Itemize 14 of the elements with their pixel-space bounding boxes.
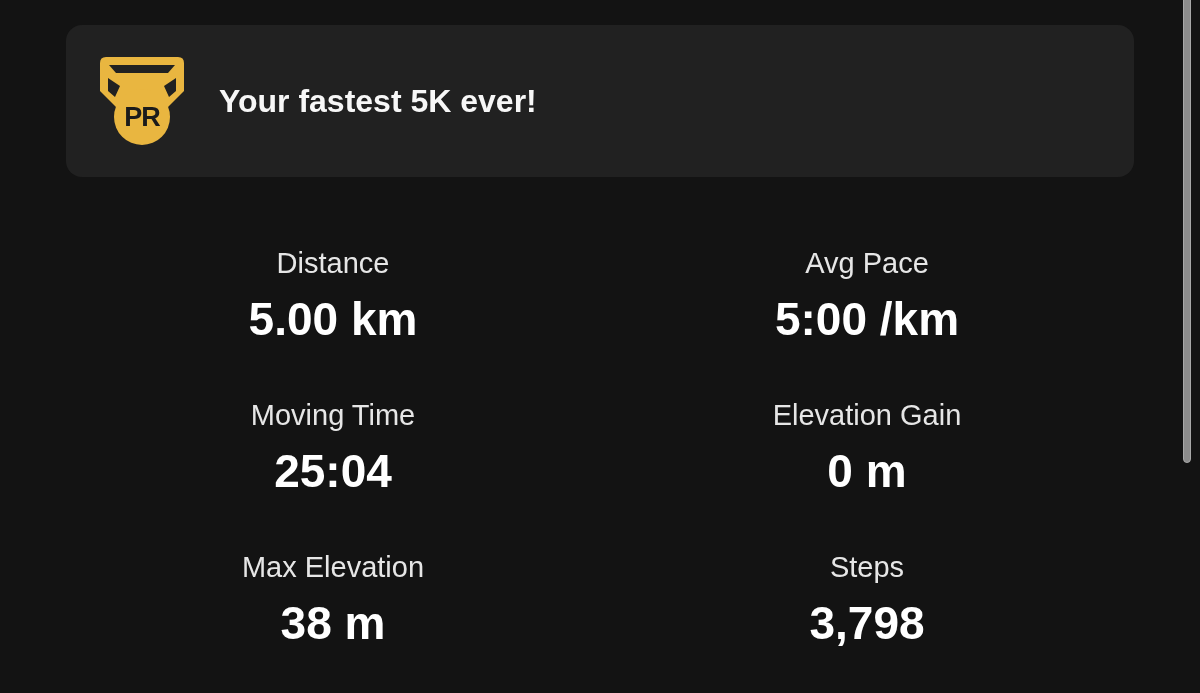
stat-label: Moving Time: [250, 398, 416, 432]
stat-label: Distance: [276, 246, 390, 280]
stat-label: Avg Pace: [805, 246, 929, 280]
scrollbar-thumb[interactable]: [1183, 0, 1191, 463]
stat-value: 38 m: [280, 596, 386, 650]
stat-label: Elevation Gain: [772, 398, 962, 432]
stat-value: 25:04: [274, 444, 392, 498]
achievement-message: Your fastest 5K ever!: [219, 82, 537, 121]
stat-value: 5.00 km: [248, 292, 418, 346]
stat-value: 5:00 /km: [774, 292, 960, 346]
stat-label: Steps: [829, 550, 905, 584]
stat-label: Max Elevation: [241, 550, 425, 584]
stat-value: 0 m: [827, 444, 907, 498]
stat-value: 3,798: [809, 596, 925, 650]
